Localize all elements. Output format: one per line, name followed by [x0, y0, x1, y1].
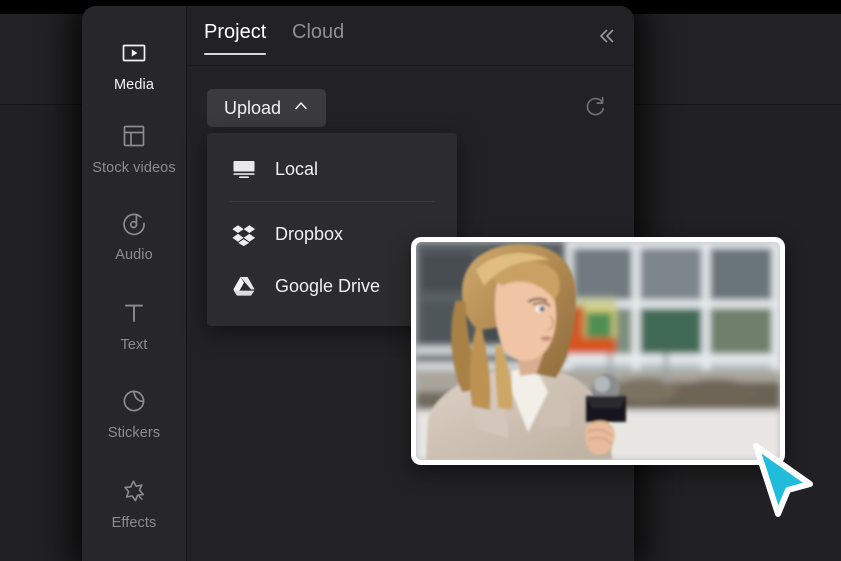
- star-sparkle-icon: [117, 474, 151, 508]
- sidebar-item-label: Stock videos: [92, 160, 176, 176]
- sidebar-item-text[interactable]: Text: [82, 296, 186, 353]
- sidebar-rail: Media Stock videos Audio Text Stickers E…: [82, 6, 187, 561]
- sidebar-item-stock-videos[interactable]: Stock videos: [82, 119, 186, 176]
- layout-grid-icon: [117, 119, 151, 153]
- sidebar-item-label: Effects: [111, 515, 157, 531]
- refresh-icon[interactable]: [582, 94, 608, 120]
- tab-cloud[interactable]: Cloud: [292, 21, 344, 55]
- chevron-up-icon: [293, 98, 309, 119]
- sticker-peel-icon: [117, 384, 151, 418]
- sidebar-item-effects[interactable]: Effects: [82, 474, 186, 531]
- upload-button-label: Upload: [224, 97, 282, 118]
- menu-item-label: Google Drive: [275, 275, 381, 296]
- dropbox-icon: [231, 221, 257, 247]
- music-note-circle-icon: [117, 206, 151, 240]
- monitor-icon: [231, 156, 257, 182]
- sidebar-item-label: Audio: [115, 247, 153, 263]
- panel-tab-bar: Project Cloud: [187, 6, 634, 66]
- tab-project[interactable]: Project: [204, 21, 267, 55]
- sidebar-item-media[interactable]: Media: [82, 36, 186, 93]
- screen-root: Media Stock videos Audio Text Stickers E…: [0, 0, 841, 561]
- sidebar-item-audio[interactable]: Audio: [82, 206, 186, 263]
- sidebar-item-label: Text: [120, 337, 148, 353]
- google-drive-icon: [231, 273, 257, 299]
- upload-button[interactable]: Upload: [207, 89, 327, 127]
- menu-item-label: Dropbox: [275, 223, 344, 244]
- menu-divider: [229, 201, 435, 202]
- video-thumbnail-image: [416, 242, 780, 460]
- media-play-rect-icon: [117, 36, 151, 70]
- video-thumbnail-card[interactable]: [411, 237, 785, 465]
- sidebar-item-stickers[interactable]: Stickers: [82, 384, 186, 441]
- sidebar-item-label: Stickers: [107, 425, 161, 441]
- double-chevron-left-icon[interactable]: [593, 23, 619, 49]
- menu-item-local[interactable]: Local: [207, 143, 457, 195]
- sidebar-item-label: Media: [114, 77, 154, 93]
- menu-item-label: Local: [275, 158, 319, 179]
- text-t-icon: [117, 296, 151, 330]
